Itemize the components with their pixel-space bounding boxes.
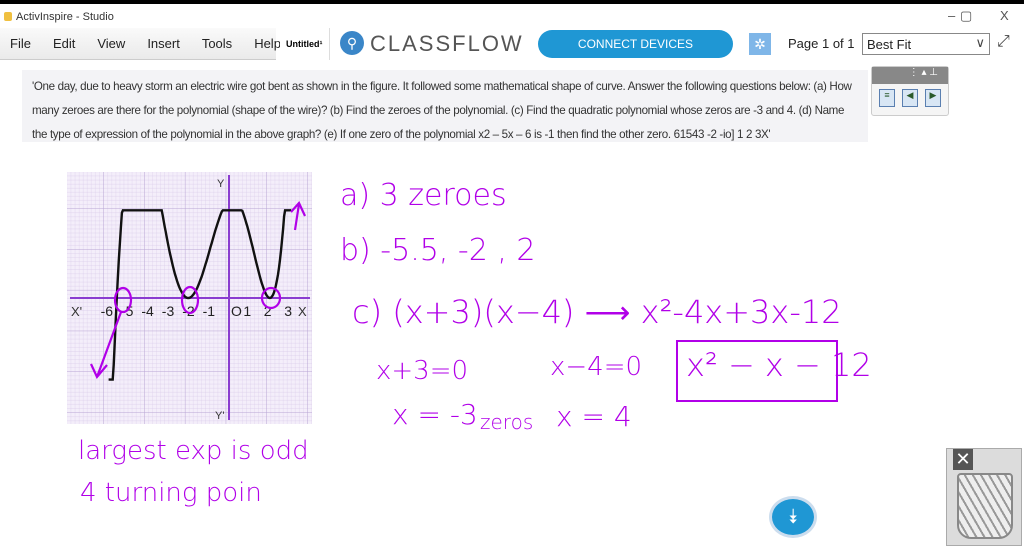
equation-1: x+3=0 [376,356,469,386]
trash-bin-icon[interactable] [957,473,1013,539]
x-tick-label: 3 [284,303,292,319]
scroll-down-button[interactable]: ⯯ [769,496,817,538]
previous-page-icon[interactable]: ◀ [902,89,918,107]
x-tick-label: -3 [162,303,175,319]
y-axis-label: Y [217,178,225,190]
x-tick-label: 1 [243,303,251,319]
answer-a: a) 3 zeroes [340,178,507,213]
document-tab[interactable]: Untitled¹ [280,28,330,60]
menu-file[interactable]: File [10,36,31,51]
page-indicator: Page 1 of 1 [788,36,855,51]
answer-d-line1: largest exp is odd [78,436,309,466]
answer-c: c) (x+3)(x−4) ⟶ x²-4x+3x-12 [352,293,842,331]
answer-c-box: x² − x − 12 [676,340,872,402]
page-browser-panel: ⋮ ▴ ⊥ ≡ ◀ ▶ [871,66,949,116]
restore-button[interactable]: ▢ [960,8,972,24]
solution-2: x = 4 [556,400,632,433]
classflow-logo: CLASSFLOW [370,31,524,56]
menu-view[interactable]: View [97,36,125,51]
answer-b: b) -5.5, -2 , 2 [340,233,536,268]
menu-insert[interactable]: Insert [147,36,180,51]
close-button[interactable]: X [1000,8,1009,23]
zeros-label: zeros [480,410,534,434]
window-title: ActivInspire - Studio [16,11,114,23]
polynomial-graph: -6 -5 -4 -3 -2 -1 O 1 2 3 X' X Y Y' [67,172,312,424]
x-tick-label: -1 [203,303,216,319]
y-axis-neg-label: Y' [215,410,224,422]
solution-1: x = -3 [392,398,478,431]
x-tick-label: -6 [101,303,114,319]
menu-help[interactable]: Help [254,36,281,51]
equation-2: x−4=0 [550,352,643,382]
zoom-value: Best Fit [867,37,912,52]
panel-pin-icon[interactable]: ⋮ ▴ ⊥ [872,67,948,84]
x-tick-label: -4 [141,303,154,319]
rocket-icon[interactable]: ⚲ [340,31,364,55]
x-tick-label: O [231,303,242,319]
answer-d-line2: 4 turning poin [80,478,262,508]
menu-tools[interactable]: Tools [202,36,232,51]
fullscreen-icon[interactable]: ⤢ [997,33,1010,51]
connect-devices-button[interactable]: CONNECT DEVICES [538,30,733,58]
chevron-down-icon: ∨ [975,35,985,50]
x-axis-label: X [298,304,307,319]
trash-widget[interactable]: ✕ [946,448,1022,546]
app-logo-icon [4,12,12,21]
close-icon[interactable]: ✕ [953,449,973,470]
next-page-icon[interactable]: ▶ [925,89,941,107]
question-text: 'One day, due to heavy storm an electric… [22,70,868,142]
title-bar: ActivInspire - Studio – ▢ X [0,0,1024,28]
minimize-button[interactable]: – [948,8,955,23]
page-icon[interactable]: ≡ [879,89,895,107]
zoom-select[interactable]: Best Fit ∨ [862,33,990,55]
x-axis-neg-label: X' [71,304,82,319]
network-icon[interactable]: ✲ [749,33,771,55]
menu-edit[interactable]: Edit [53,36,75,51]
